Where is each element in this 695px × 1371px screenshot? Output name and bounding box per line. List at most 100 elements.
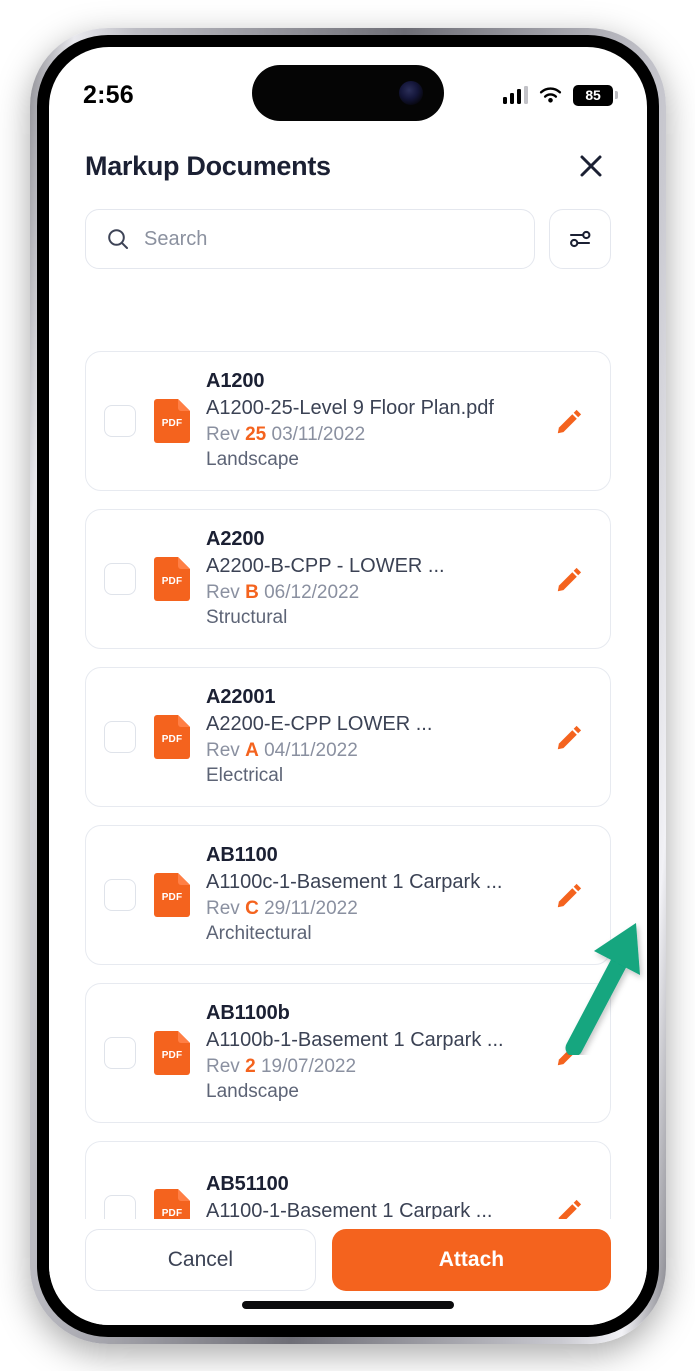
document-discipline: Electrical [206, 763, 540, 790]
document-code: AB1100b [206, 1000, 540, 1027]
status-icons: 85 [503, 85, 614, 106]
document-card[interactable]: PDF AB1100A1100c-1-Basement 1 Carpark ...… [85, 825, 611, 965]
pdf-file-type-label: PDF [162, 1050, 183, 1061]
pdf-file-type-label: PDF [162, 1208, 183, 1219]
document-card[interactable]: PDF A2200A2200-B-CPP - LOWER ...Rev B 06/… [85, 509, 611, 649]
document-code: A22001 [206, 684, 540, 711]
pencil-icon [555, 1038, 585, 1068]
document-code: AB51100 [206, 1171, 540, 1198]
battery-level: 85 [585, 88, 600, 102]
document-date: 19/07/2022 [261, 1056, 356, 1077]
status-bar: 2:56 85 [49, 47, 647, 127]
home-indicator[interactable] [242, 1301, 454, 1309]
document-list[interactable]: PDFA1200A1200-25-Level 9 Floor Plan.pdfR… [49, 337, 647, 1219]
document-filename: A1100-1-Basement 1 Carpark ... [206, 1198, 540, 1219]
pencil-icon [555, 564, 585, 594]
document-card[interactable]: PDF AB1100bA1100b-1-Basement 1 Carpark ..… [85, 983, 611, 1123]
document-date: 06/12/2022 [264, 582, 359, 603]
document-checkbox[interactable] [104, 721, 136, 753]
document-filename: A1100c-1-Basement 1 Carpark ... [206, 869, 540, 896]
search-field[interactable] [85, 209, 535, 269]
document-date: 03/11/2022 [272, 424, 366, 445]
phone-bezel: 2:56 85 Markup Documen [37, 35, 659, 1337]
document-date: 04/11/2022 [264, 740, 358, 761]
pencil-icon [555, 722, 585, 752]
document-filename: A2200-E-CPP LOWER ... [206, 711, 540, 738]
pdf-file-icon: PDF [154, 1189, 190, 1219]
revision-value: C [245, 898, 259, 919]
document-revision-line: Rev C 29/11/2022 [206, 896, 540, 922]
pdf-file-icon: PDF [154, 873, 190, 917]
document-filename: A1100b-1-Basement 1 Carpark ... [206, 1027, 540, 1054]
pdf-file-type-label: PDF [162, 418, 183, 429]
filter-button[interactable] [549, 209, 611, 269]
edit-markup-button[interactable] [548, 557, 592, 601]
revision-label: Rev [206, 424, 240, 445]
document-card[interactable]: PDF AB51100A1100-1-Basement 1 Carpark ...… [85, 1141, 611, 1219]
document-card[interactable]: PDF A22001A2200-E-CPP LOWER ...Rev A 04/1… [85, 667, 611, 807]
search-row [49, 195, 647, 269]
pdf-file-icon: PDF [154, 557, 190, 601]
cancel-button[interactable]: Cancel [85, 1229, 316, 1291]
close-button[interactable] [571, 146, 611, 186]
document-discipline: Architectural [206, 921, 540, 948]
revision-value: B [245, 582, 259, 603]
attach-button[interactable]: Attach [332, 1229, 611, 1291]
document-text: AB1100bA1100b-1-Basement 1 Carpark ...Re… [206, 1000, 540, 1106]
document-text: AB51100A1100-1-Basement 1 Carpark ...Rev… [206, 1171, 540, 1219]
filter-settings-icon [567, 226, 593, 252]
pdf-file-type-label: PDF [162, 892, 183, 903]
document-code: A2200 [206, 526, 540, 553]
document-code: A1200 [206, 368, 540, 395]
pencil-icon [555, 880, 585, 910]
pencil-icon [555, 406, 585, 436]
revision-value: A [245, 740, 259, 761]
wifi-icon [538, 86, 563, 105]
document-revision-line: Rev A 04/11/2022 [206, 738, 540, 764]
sheet-header: Markup Documents [49, 127, 647, 195]
document-text: AB1100A1100c-1-Basement 1 Carpark ...Rev… [206, 842, 540, 948]
document-checkbox[interactable] [104, 1037, 136, 1069]
search-icon [106, 227, 130, 251]
pdf-file-type-label: PDF [162, 734, 183, 745]
pdf-file-type-label: PDF [162, 576, 183, 587]
revision-label: Rev [206, 898, 240, 919]
document-filename: A1200-25-Level 9 Floor Plan.pdf [206, 395, 540, 422]
document-date: 29/11/2022 [264, 898, 358, 919]
revision-label: Rev [206, 740, 240, 761]
pdf-file-icon: PDF [154, 1031, 190, 1075]
search-input[interactable] [144, 228, 514, 251]
edit-markup-button[interactable] [548, 399, 592, 443]
pdf-file-icon: PDF [154, 715, 190, 759]
document-filename: A2200-B-CPP - LOWER ... [206, 553, 540, 580]
document-text: A22001A2200-E-CPP LOWER ...Rev A 04/11/2… [206, 684, 540, 790]
document-discipline: Landscape [206, 447, 540, 474]
edit-markup-button[interactable] [548, 1031, 592, 1075]
document-checkbox[interactable] [104, 563, 136, 595]
document-discipline: Structural [206, 605, 540, 632]
document-revision-line: Rev B 06/12/2022 [206, 580, 540, 606]
document-discipline: Landscape [206, 1079, 540, 1106]
document-revision-line: Rev 2 19/07/2022 [206, 1054, 540, 1080]
phone-frame: 2:56 85 Markup Documen [30, 28, 666, 1344]
pdf-file-icon: PDF [154, 399, 190, 443]
edit-markup-button[interactable] [548, 873, 592, 917]
cellular-signal-icon [503, 86, 529, 104]
edit-markup-button[interactable] [548, 1189, 592, 1219]
document-checkbox[interactable] [104, 1195, 136, 1219]
document-card[interactable]: PDF A1200A1200-25-Level 9 Floor Plan.pdfR… [85, 351, 611, 491]
status-time: 2:56 [83, 81, 233, 110]
document-code: AB1100 [206, 842, 540, 869]
revision-value: 2 [245, 1056, 256, 1077]
document-checkbox[interactable] [104, 405, 136, 437]
pencil-icon [555, 1196, 585, 1219]
edit-markup-button[interactable] [548, 715, 592, 759]
document-revision-line: Rev 25 03/11/2022 [206, 422, 540, 448]
close-icon [578, 153, 604, 179]
document-checkbox[interactable] [104, 879, 136, 911]
revision-label: Rev [206, 1056, 240, 1077]
revision-label: Rev [206, 582, 240, 603]
sheet-footer: Cancel Attach [49, 1219, 647, 1325]
page-title: Markup Documents [85, 151, 331, 182]
phone-screen: 2:56 85 Markup Documen [49, 47, 647, 1325]
